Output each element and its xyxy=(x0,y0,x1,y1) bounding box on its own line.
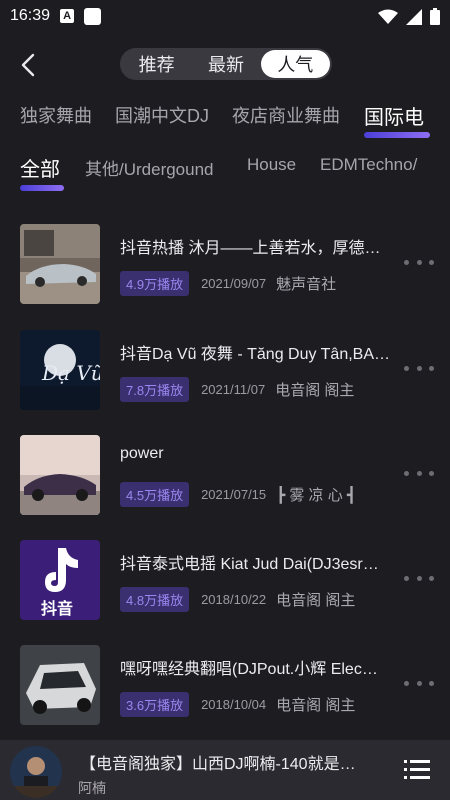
segment-latest[interactable]: 最新 xyxy=(191,50,260,78)
segment-popular[interactable]: 人气 xyxy=(260,50,330,78)
more-options-icon[interactable] xyxy=(404,673,434,693)
track-meta: 3.6万播放 2018/10/04 电音阁 阁主 xyxy=(120,692,355,717)
mini-player[interactable]: 【电音阁独家】山西DJ啊楠-140就是… 阿楠 xyxy=(0,740,450,800)
track-title: power xyxy=(120,445,164,462)
subtab-other-underground[interactable]: 其他/Urdergound xyxy=(85,155,214,180)
player-cover-image[interactable] xyxy=(10,746,62,798)
bmw-cover-image xyxy=(20,435,100,515)
more-options-icon[interactable] xyxy=(404,252,434,272)
track-title: 抖音泰式电摇 Kiat Jud Dai(DJ3esr… xyxy=(120,556,379,573)
track-title: 抖音热播 沐月——上善若水，厚德… xyxy=(120,240,381,257)
play-count-badge: 3.6万播放 xyxy=(120,692,190,717)
tab-exclusive-dance[interactable]: 独家舞曲 xyxy=(20,102,92,128)
category-tabs: 独家舞曲 国潮中文DJ 夜店商业舞曲 国际电 xyxy=(0,98,450,146)
subtab-all[interactable]: 全部 xyxy=(20,153,60,182)
track-meta: 4.9万播放 2021/09/07 魅声音社 xyxy=(120,271,336,296)
track-meta: 4.8万播放 2018/10/22 电音阁 阁主 xyxy=(120,587,355,612)
more-options-icon[interactable] xyxy=(404,358,434,378)
status-time: 16:39 xyxy=(10,7,51,24)
track-author: 电音阁 阁主 xyxy=(275,382,355,399)
track-title: 嘿呀嘿经典翻唱(DJPout.小辉 Elec… xyxy=(120,661,378,678)
play-count-badge: 4.9万播放 xyxy=(120,271,190,296)
track-row[interactable]: 抖音热播 沐月——上善若水，厚德… 4.9万播放 2021/09/07 魅声音社 xyxy=(0,224,450,308)
play-count-badge: 7.8万播放 xyxy=(120,377,190,402)
track-row[interactable]: 抖音 抖音泰式电摇 Kiat Jud Dai(DJ3esr… 4.8万播放 20… xyxy=(0,540,450,624)
more-options-icon[interactable] xyxy=(404,568,434,588)
back-button[interactable] xyxy=(14,50,44,80)
more-options-icon[interactable] xyxy=(404,463,434,483)
tab-international[interactable]: 国际电 xyxy=(364,101,424,130)
track-meta: 7.8万播放 2021/11/07 电音阁 阁主 xyxy=(120,377,354,402)
category-tab-indicator xyxy=(364,132,430,138)
track-title: 抖音Dạ Vũ 夜舞 - Tăng Duy Tân,BA… xyxy=(120,346,391,363)
track-author: 电音阁 阁主 xyxy=(276,592,356,609)
track-row[interactable]: power 4.5万播放 2021/07/15 ┣ 雾 凉 心 ┫ xyxy=(0,435,450,519)
track-date: 2021/09/07 xyxy=(201,276,267,291)
subcategory-tabs: 全部 其他/Urdergound House EDMTechno/ xyxy=(0,152,450,196)
player-artist: 阿楠 xyxy=(78,780,106,796)
subtab-edm-techno[interactable]: EDMTechno/ xyxy=(320,155,417,175)
tab-club-dance[interactable]: 夜店商业舞曲 xyxy=(232,102,340,128)
track-author: ┣ 雾 凉 心 ┫ xyxy=(276,487,356,504)
wifi-icon xyxy=(378,9,398,24)
sort-segmented-control: 推荐 最新 人气 xyxy=(120,48,332,80)
svg-text:Dạ Vũ: Dạ Vũ xyxy=(41,361,100,385)
car-cover-image xyxy=(20,224,100,304)
status-indicators xyxy=(378,8,440,25)
play-count-badge: 4.5万播放 xyxy=(120,482,190,507)
battery-icon xyxy=(430,8,440,25)
track-row[interactable]: 嘿呀嘿经典翻唱(DJPout.小辉 Elec… 3.6万播放 2018/10/0… xyxy=(0,645,450,729)
track-date: 2018/10/04 xyxy=(201,697,267,712)
track-meta: 4.5万播放 2021/07/15 ┣ 雾 凉 心 ┫ xyxy=(120,482,356,507)
chevron-left-icon xyxy=(21,53,35,77)
signal-icon xyxy=(406,8,422,25)
svg-text:抖音: 抖音 xyxy=(41,599,73,618)
playlist-icon[interactable] xyxy=(404,758,430,782)
track-author: 魅声音社 xyxy=(276,276,337,293)
subtab-house[interactable]: House xyxy=(247,155,296,175)
header: 推荐 最新 人气 xyxy=(0,42,450,90)
supercar-cover-image xyxy=(20,645,100,725)
status-bar: 16:39 A xyxy=(0,0,450,32)
da-vu-cover-image: Dạ Vũ xyxy=(20,330,100,410)
player-title: 【电音阁独家】山西DJ啊楠-140就是… xyxy=(80,756,356,773)
subcategory-tab-indicator xyxy=(20,185,64,191)
play-count-badge: 4.8万播放 xyxy=(120,587,190,612)
notification-square-icon xyxy=(84,7,102,25)
track-author: 电音阁 阁主 xyxy=(276,697,356,714)
segment-recommended[interactable]: 推荐 xyxy=(122,50,191,78)
tiktok-cover-image: 抖音 xyxy=(20,540,100,620)
notification-a-icon: A xyxy=(60,9,75,23)
track-date: 2021/11/07 xyxy=(201,382,266,397)
track-row[interactable]: Dạ Vũ 抖音Dạ Vũ 夜舞 - Tăng Duy Tân,BA… 7.8万… xyxy=(0,330,450,414)
track-date: 2018/10/22 xyxy=(201,592,267,607)
track-date: 2021/07/15 xyxy=(201,487,267,502)
tab-chinese-dj[interactable]: 国潮中文DJ xyxy=(115,102,209,128)
